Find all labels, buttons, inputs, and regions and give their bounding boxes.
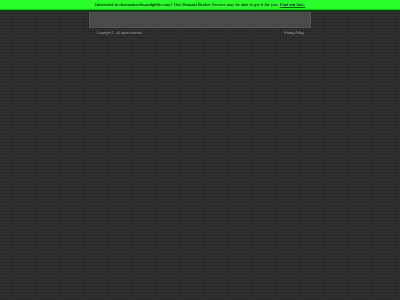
copyright-text: Copyright © . All rights reserved.	[97, 31, 143, 35]
privacy-policy-link[interactable]: Privacy Policy	[284, 30, 304, 36]
content-container	[89, 12, 311, 28]
footer: Copyright © . All rights reserved. Priva…	[97, 30, 304, 36]
domain-broker-banner: Interested in thomasbaylissandgibbs.com?…	[0, 0, 400, 10]
find-out-how-link[interactable]: Find out how.	[280, 2, 305, 7]
broker-banner-message: Interested in thomasbaylissandgibbs.com?…	[95, 2, 279, 7]
